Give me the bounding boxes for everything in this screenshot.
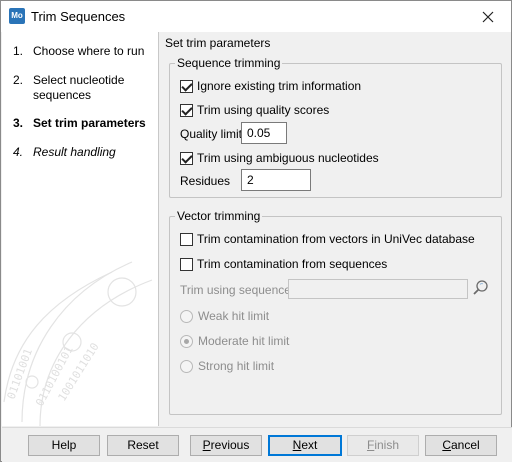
finish-button[interactable]: Finish [347,435,419,456]
close-icon [482,11,494,22]
mnemonic-letter: P [202,438,211,452]
ignore-existing-trim-option[interactable]: Ignore existing trim information [180,78,361,94]
radio-label: Strong hit limit [198,359,275,373]
step-label: Result handling [33,145,116,159]
checkbox-label: Ignore existing trim information [197,79,362,93]
sequence-trimming-group: Sequence trimming Ignore existing trim i… [169,56,502,198]
weak-hit-limit-option[interactable]: Weak hit limit [180,308,269,324]
step-number: 4. [13,145,24,159]
trim-ambiguous-checkbox[interactable] [180,151,193,165]
checkbox-label: Trim using ambiguous nucleotides [197,151,379,165]
checkbox-label: Trim contamination from vectors in UniVe… [197,232,475,246]
vector-trimming-group: Vector trimming Trim contamination from … [169,209,502,415]
trim-sequences-dialog: Mo Trim Sequences 1. Choose where to run… [0,0,512,462]
button-bar: Help Reset Previous Next Finish Cancel [2,427,512,462]
button-label: revious [210,438,250,452]
step-number: 3. [13,116,24,130]
cancel-button[interactable]: Cancel [425,435,497,456]
univec-option[interactable]: Trim contamination from vectors in UniVe… [180,231,475,247]
settings-panel: Set trim parameters Sequence trimming Ig… [160,32,511,426]
help-button[interactable]: Help [28,435,100,456]
next-button[interactable]: Next [268,435,342,456]
step-number: 1. [13,44,24,58]
residues-label: Residues [180,174,231,188]
button-label: ext [301,438,318,452]
quality-limit-input[interactable] [241,122,287,144]
moderate-hit-limit-radio[interactable] [180,334,193,348]
app-icon: Mo [9,8,25,24]
reset-button[interactable]: Reset [107,435,179,456]
checkbox-label: Trim contamination from sequences [197,257,388,271]
page-heading: Set trim parameters [165,36,271,50]
window-title: Trim Sequences [31,9,126,24]
step-label: Choose where to run [33,44,145,58]
wizard-steps-panel: 1. Choose where to run 2. Select nucleot… [2,32,159,426]
mnemonic-letter: C [442,438,451,452]
trim-using-sequences-input[interactable] [288,279,468,299]
previous-button[interactable]: Previous [190,435,262,456]
step-label: Select nucleotide sequences [33,73,125,102]
quality-limit-label: Quality limit [180,127,243,141]
radio-label: Moderate hit limit [198,334,290,348]
checkbox-label: Trim using quality scores [197,103,330,117]
svg-text:01101001: 01101001 [5,347,35,401]
strong-hit-limit-option[interactable]: Strong hit limit [180,358,274,374]
group-title: Vector trimming [175,209,263,223]
step-number: 2. [13,73,24,87]
residues-input[interactable] [241,169,311,191]
trim-quality-scores-checkbox[interactable] [180,103,193,117]
moderate-hit-limit-option[interactable]: Moderate hit limit [180,333,289,349]
univec-checkbox[interactable] [180,232,193,246]
step-label: Set trim parameters [33,116,146,130]
title-bar: Mo Trim Sequences [1,1,511,32]
watermark-graphic: 0110100101 1001011010 01101001 [3,261,153,426]
weak-hit-limit-radio[interactable] [180,309,193,323]
contamination-from-sequences-checkbox[interactable] [180,257,193,271]
trim-ambiguous-option[interactable]: Trim using ambiguous nucleotides [180,150,379,166]
button-label: inish [374,438,400,452]
radio-label: Weak hit limit [198,309,270,323]
close-button[interactable] [465,1,511,32]
button-label: ancel [450,438,480,452]
browse-search-icon[interactable] [472,279,490,297]
strong-hit-limit-radio[interactable] [180,359,193,373]
contamination-from-sequences-option[interactable]: Trim contamination from sequences [180,256,387,272]
trim-quality-scores-option[interactable]: Trim using quality scores [180,102,329,118]
group-title: Sequence trimming [175,56,283,70]
ignore-existing-trim-checkbox[interactable] [180,79,193,93]
trim-using-sequences-label: Trim using sequences [180,283,297,297]
